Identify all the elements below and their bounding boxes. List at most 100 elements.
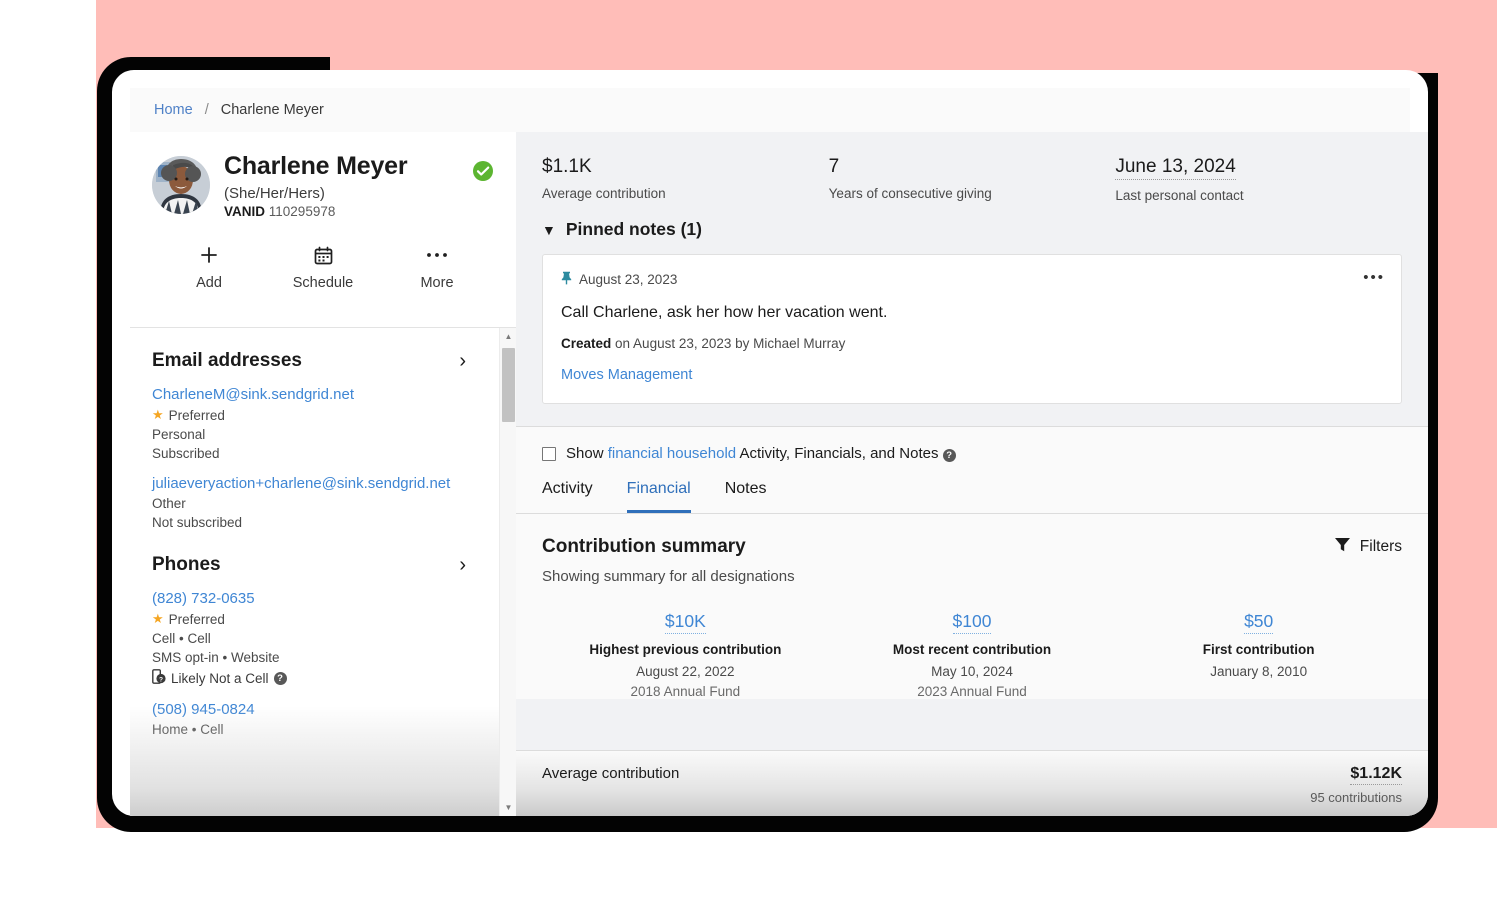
ellipsis-icon xyxy=(380,243,494,267)
phone-number-link[interactable]: (508) 945-0824 xyxy=(152,701,494,718)
sidebar-scroll-area[interactable]: Email addresses › CharleneM@sink.sendgri… xyxy=(130,328,516,816)
schedule-button[interactable]: Schedule xyxy=(266,243,380,291)
email-address-link[interactable]: CharleneM@sink.sendgrid.net xyxy=(152,386,494,403)
profile-identity: Charlene Meyer (She/Her/Hers) VANID 1102… xyxy=(224,152,472,219)
stat-label: Years of consecutive giving xyxy=(828,186,992,201)
breadcrumb-separator: / xyxy=(204,102,209,118)
filters-label: Filters xyxy=(1359,538,1402,555)
show-household-label: Show financial household Activity, Finan… xyxy=(566,445,956,462)
scrollbar-thumb[interactable] xyxy=(502,348,515,422)
pinned-note-card: August 23, 2023 ••• Call Charlene, ask h… xyxy=(542,254,1402,404)
scroll-up-arrow-icon[interactable]: ▲ xyxy=(500,328,517,345)
plus-icon xyxy=(152,243,266,267)
tab-activity[interactable]: Activity xyxy=(542,480,593,513)
filters-button[interactable]: Filters xyxy=(1334,536,1402,558)
email-address-link[interactable]: juliaeveryaction+charlene@sink.sendgrid.… xyxy=(152,475,494,492)
right-panel: $1.1K Average contribution 7 Years of co… xyxy=(516,132,1428,816)
stat-value[interactable]: June 13, 2024 xyxy=(1115,156,1236,180)
profile-header: Charlene Meyer (She/Her/Hers) VANID 1102… xyxy=(152,152,494,219)
breadcrumb-current: Charlene Meyer xyxy=(220,102,324,118)
phone-section: Phones › (828) 732-0635 ★ Preferred Cell… xyxy=(152,554,494,737)
email-status: Subscribed xyxy=(152,446,220,461)
contribution-summary-subtitle: Showing summary for all designations xyxy=(542,568,795,585)
kpi-value[interactable]: $50 xyxy=(1244,611,1274,634)
phone-type: Home • Cell xyxy=(152,722,224,737)
kpi-date: January 8, 2010 xyxy=(1210,664,1308,679)
note-category-link[interactable]: Moves Management xyxy=(561,367,1383,383)
stats-row: $1.1K Average contribution 7 Years of co… xyxy=(516,132,1428,211)
kpi-date: May 10, 2024 xyxy=(931,664,1013,679)
phone-flag-label: Likely Not a Cell xyxy=(171,670,269,686)
vanid-label: VANID xyxy=(224,204,266,219)
household-suffix: Activity, Financials, and Notes xyxy=(736,445,939,462)
show-household-checkbox[interactable] xyxy=(542,446,556,461)
email-preferred: ★ Preferred xyxy=(152,407,494,423)
financial-household-link[interactable]: financial household xyxy=(608,445,736,462)
phone-entry: (508) 945-0824 Home • Cell xyxy=(152,701,494,737)
phone-flag: ? Likely Not a Cell ? xyxy=(152,669,494,687)
stat-average-contribution: $1.1K Average contribution xyxy=(542,156,829,203)
sidebar-sections: Email addresses › CharleneM@sink.sendgri… xyxy=(130,328,516,737)
email-type: Personal xyxy=(152,427,206,442)
phone-entry: (828) 732-0635 ★ Preferred Cell • Cell S… xyxy=(152,590,494,687)
email-status: Not subscribed xyxy=(152,515,243,530)
more-button[interactable]: More xyxy=(380,243,494,291)
note-body: Call Charlene, ask her how her vacation … xyxy=(561,304,888,321)
household-prefix: Show xyxy=(566,445,608,462)
page-title: Charlene Meyer xyxy=(224,152,408,180)
note-date: August 23, 2023 xyxy=(579,272,678,287)
pin-icon xyxy=(561,271,572,288)
breadcrumb-home-link[interactable]: Home xyxy=(154,102,193,118)
chevron-right-icon[interactable]: › xyxy=(459,555,494,575)
phone-number-link[interactable]: (828) 732-0635 xyxy=(152,590,494,607)
average-contribution-count: 95 contributions xyxy=(1310,790,1402,805)
phone-type: Cell • Cell xyxy=(152,631,211,646)
help-circle-icon[interactable]: ? xyxy=(273,671,287,685)
average-contribution-value[interactable]: $1.12K xyxy=(1350,765,1402,785)
contribution-summary-title: Contribution summary xyxy=(542,536,746,557)
contribution-summary-section: Contribution summary Showing summary for… xyxy=(516,514,1428,699)
kpi-value[interactable]: $10K xyxy=(664,611,706,634)
vanid: VANID 110295978 xyxy=(224,204,472,219)
kpi-fund: 2018 Annual Fund xyxy=(630,684,741,699)
verified-check-icon xyxy=(472,160,494,182)
phone-section-title: Phones xyxy=(152,554,221,575)
note-created-label: Created xyxy=(561,336,612,351)
phone-status: SMS opt-in • Website xyxy=(152,650,280,665)
pinned-notes-toggle[interactable]: ▼ Pinned notes (1) xyxy=(516,211,1428,240)
calendar-icon xyxy=(266,243,380,267)
email-section-header: Email addresses › xyxy=(152,350,494,372)
average-contribution-label: Average contribution xyxy=(542,765,680,782)
financial-household-row: Show financial household Activity, Finan… xyxy=(516,427,1428,462)
kpi-first-contribution: $50 First contribution January 8, 2010 xyxy=(1115,611,1402,699)
help-circle-icon[interactable]: ? xyxy=(942,449,956,462)
stat-last-personal-contact: June 13, 2024 Last personal contact xyxy=(1115,156,1402,203)
tab-notes[interactable]: Notes xyxy=(725,480,767,513)
email-entry: CharleneM@sink.sendgrid.net ★ Preferred … xyxy=(152,386,494,461)
sidebar-scrollbar[interactable]: ▲ ▼ xyxy=(499,328,516,816)
email-section-title: Email addresses xyxy=(152,350,302,371)
kpi-label: First contribution xyxy=(1202,642,1315,657)
phone-preferred-label: Preferred xyxy=(168,611,225,627)
kpi-label: Most recent contribution xyxy=(892,642,1052,657)
note-created-detail: on August 23, 2023 by Michael Murray xyxy=(611,336,846,351)
chevron-right-icon[interactable]: › xyxy=(459,351,494,371)
note-ellipsis-icon[interactable]: ••• xyxy=(1363,269,1385,286)
avatar xyxy=(152,156,210,214)
tab-financial[interactable]: Financial xyxy=(626,480,691,513)
stat-years-consecutive-giving: 7 Years of consecutive giving xyxy=(829,156,1116,203)
profile-card: Charlene Meyer (She/Her/Hers) VANID 1102… xyxy=(130,132,516,371)
add-button[interactable]: Add xyxy=(152,243,266,291)
lower-section: Show financial household Activity, Finan… xyxy=(516,426,1428,699)
stat-label: Average contribution xyxy=(542,186,666,201)
content-columns: Charlene Meyer (She/Her/Hers) VANID 1102… xyxy=(130,132,1428,816)
scroll-down-arrow-icon[interactable]: ▼ xyxy=(500,799,517,816)
kpi-label: Highest previous contribution xyxy=(589,642,782,657)
breadcrumb: Home / Charlene Meyer xyxy=(130,88,1410,132)
profile-action-bar: Add Schedule More xyxy=(152,243,494,291)
funnel-icon xyxy=(1334,536,1351,558)
kpi-value[interactable]: $100 xyxy=(952,611,992,634)
screenshot-stage: Home / Charlene Meyer Charlene Meyer (Sh… xyxy=(0,0,1497,907)
email-preferred-label: Preferred xyxy=(168,407,225,423)
